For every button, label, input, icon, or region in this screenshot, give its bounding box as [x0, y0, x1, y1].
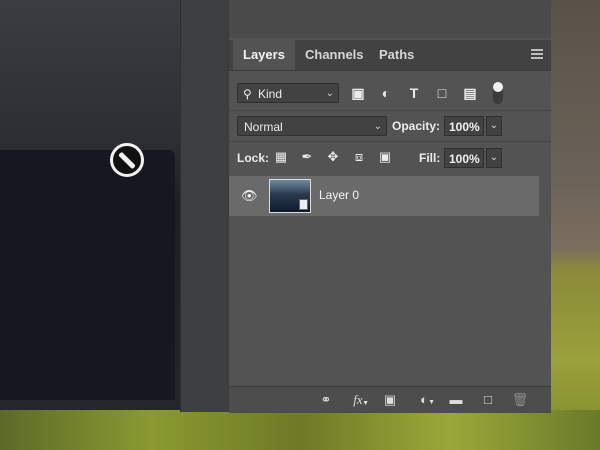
opacity-input[interactable]: 100%: [444, 116, 484, 136]
document-scroll-gutter: [180, 0, 229, 412]
layers-panel-footer: ⚭ fx ▼ ▣ ◐ ▼ ▬ □ 🗑: [229, 386, 551, 413]
lock-artboard-icon[interactable]: ⧈: [351, 149, 367, 165]
fill-label: Fill:: [419, 151, 441, 165]
lock-position-icon[interactable]: ✥: [325, 149, 341, 165]
type-filter-icon[interactable]: T: [405, 85, 423, 101]
lock-image-pixels-icon[interactable]: ✒: [299, 149, 315, 165]
trash-icon[interactable]: 🗑: [511, 392, 529, 408]
smart-object-badge-icon: [299, 199, 308, 210]
panel-menu-icon[interactable]: [531, 49, 543, 59]
filter-kind-label: Kind: [258, 87, 283, 101]
background-photo-bottom: [0, 410, 600, 450]
divider: [229, 141, 551, 142]
filter-toggle[interactable]: [493, 82, 503, 104]
mask-icon[interactable]: ▣: [381, 392, 399, 408]
layer-row[interactable]: 👁 Layer 0: [229, 176, 539, 216]
fx-icon[interactable]: fx ▼: [349, 392, 369, 408]
layer-thumbnail[interactable]: [269, 179, 311, 213]
lock-all-icon[interactable]: ▣: [377, 149, 393, 165]
link-icon[interactable]: ⚭: [317, 392, 335, 408]
tab-channels[interactable]: Channels: [295, 40, 374, 70]
panel-tab-bar: Layers Channels Paths: [229, 40, 551, 71]
divider: [229, 110, 551, 111]
image-filter-icon[interactable]: ▣: [349, 85, 367, 101]
search-icon: ⚲: [243, 87, 252, 101]
canvas-image: [0, 150, 175, 400]
smart-object-filter-icon[interactable]: ▤: [461, 85, 479, 101]
tab-paths[interactable]: Paths: [369, 40, 424, 70]
layers-panel: Layers Channels Paths ⚲ Kind ⌄ ▣ ◐ T □ ▤…: [228, 0, 551, 413]
chevron-down-icon: ⌄: [325, 88, 334, 99]
adjustment-layer-icon[interactable]: ◐ ▼: [415, 392, 435, 408]
layer-name[interactable]: Layer 0: [319, 188, 359, 202]
document-canvas[interactable]: [0, 0, 180, 410]
tab-layers[interactable]: Layers: [233, 40, 295, 70]
fill-input[interactable]: 100%: [444, 148, 484, 168]
lock-transparent-pixels-icon[interactable]: ▦: [273, 149, 289, 165]
panel-header-space: [229, 0, 551, 38]
fill-slider-toggle[interactable]: ⌄: [486, 148, 502, 168]
not-allowed-cursor-icon: [110, 143, 144, 177]
opacity-slider-toggle[interactable]: ⌄: [486, 116, 502, 136]
filter-kind-select[interactable]: ⚲ Kind ⌄: [237, 83, 339, 103]
chevron-down-icon: ⌄: [373, 121, 382, 132]
blend-mode-value: Normal: [244, 120, 283, 134]
new-layer-icon[interactable]: □: [479, 392, 497, 408]
shape-filter-icon[interactable]: □: [433, 85, 451, 101]
adjustment-filter-icon[interactable]: ◐: [377, 85, 395, 101]
visibility-eye-icon[interactable]: 👁: [241, 189, 258, 203]
folder-icon[interactable]: ▬: [447, 392, 465, 408]
opacity-label: Opacity:: [392, 119, 441, 133]
lock-label: Lock:: [237, 151, 270, 165]
blend-mode-select[interactable]: Normal ⌄: [237, 116, 387, 136]
